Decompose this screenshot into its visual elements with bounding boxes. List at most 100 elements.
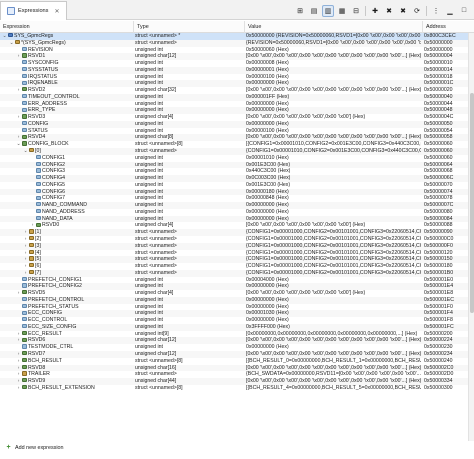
table-row[interactable]: › ECC_RESULT unsigned int[9] [0x00000000,0x… (0, 331, 474, 338)
table-row[interactable]: PREFETCH_CONFIG1 unsigned int 0x00004000 (… (0, 277, 474, 284)
table-row[interactable]: ⌄ CONFIG_BLOCK struct <unnamed>[8] [{CONFIG… (0, 141, 474, 148)
add-watch-icon[interactable]: ✚ (369, 5, 381, 17)
table-row[interactable]: › RSVD8 unsigned char[16] [0x00 '\x00',0x00… (0, 364, 474, 372)
value-cell[interactable]: [0x00 '\x00',0x00 '\x00',0x00 '\x00',0x0… (245, 222, 421, 229)
value-cell[interactable]: 0x00001010 (Hex) (245, 155, 421, 162)
value-cell[interactable]: [0x00 '\x00',0x00 '\x00',0x00 '\x00',0x0… (245, 87, 421, 94)
table-row[interactable]: CONFIG2 unsigned int 0x001E3C00 (Hex) 0x500… (0, 161, 474, 169)
refresh-icon[interactable]: ⟳ (411, 5, 423, 17)
table-row[interactable]: CONFIG6 unsigned int 0x00000180 (Hex) 0x500… (0, 188, 474, 196)
value-cell[interactable]: 0x001E3C00 (Hex) (245, 182, 421, 189)
scrollbar-thumb[interactable] (470, 93, 474, 313)
table-row[interactable]: NAND_ADDRESS unsigned int 0x00000000 (Hex)… (0, 209, 474, 216)
table-row[interactable]: ⌄ [0] struct <unnamed> {CONFIG1=0x00001010,… (0, 148, 474, 155)
table-row[interactable]: › BCH_RESULT_EXTENSION struct <unnamed>[8]… (0, 385, 474, 392)
value-cell[interactable]: {REVISION=0x50000060,RSVD1=[0x00 '\x00',… (245, 40, 421, 47)
value-cell[interactable]: 0x00000001 (Hex) (245, 67, 421, 74)
value-cell[interactable]: [0x00000000,0x00000000,0x00000000,0x0000… (245, 331, 421, 338)
value-cell[interactable]: 0x50000000 {REVISION=0x50000060,RSVD1=[0… (245, 33, 421, 40)
value-cell[interactable]: [0x00 '\x00',0x00 '\x00',0x00 '\x00',0x0… (245, 337, 421, 344)
table-row[interactable]: CONFIG5 unsigned int 0x001E3C00 (Hex) 0x500… (0, 182, 474, 189)
table-row[interactable]: TIMEOUT_CONTROL unsigned int 0x000001FF (H… (0, 93, 474, 101)
table-row[interactable]: ERR_TYPE unsigned int 0x00000000 (Hex) 0x50… (0, 107, 474, 115)
value-cell[interactable]: 0x000001FF (Hex) (245, 94, 421, 101)
table-row[interactable]: NAND_COMMAND unsigned int 0x00000000 (Hex)… (0, 202, 474, 209)
table-row[interactable]: › [6] struct <unnamed> {CONFIG1=0x00001000,… (0, 263, 474, 270)
add-new-expression[interactable]: + Add new expression (5, 444, 63, 451)
table-row[interactable]: SYSSTATUS unsigned int 0x00000001 (Hex) 0x5… (0, 66, 474, 74)
table-row[interactable]: › [1] struct <unnamed> {CONFIG1=0x00001000,… (0, 229, 474, 236)
remove-all-icon[interactable]: ✖ (397, 5, 409, 17)
collapse-all-icon[interactable]: ⊟ (350, 5, 362, 17)
value-cell[interactable]: {CONFIG1=0x00001000,CONFIG2=0x00101001,C… (245, 263, 421, 270)
table-row[interactable]: › BCH_RESULT struct <unnamed>[8] [{BCH_RESU… (0, 358, 474, 365)
value-cell[interactable]: 0x00000000 (Hex) (245, 297, 421, 304)
table-row[interactable]: CONFIG unsigned int 0x00000000 (Hex) 0x5000… (0, 120, 474, 128)
table-row[interactable]: ERR_ADDRESS unsigned int 0x00000000 (Hex) 0… (0, 101, 474, 108)
value-cell[interactable]: 0x00000000 (Hex) (245, 283, 421, 290)
remove-icon[interactable]: ✖ (383, 5, 395, 17)
maximize-icon[interactable]: □ (458, 5, 470, 17)
value-cell[interactable]: {CONFIG1=0x00001000,CONFIG2=0x00101001,C… (245, 236, 421, 243)
value-cell[interactable]: 0x00000000 (Hex) (245, 304, 421, 311)
table-row[interactable]: IRQSTATUS unsigned int 0x00000100 (Hex) 0x5… (0, 74, 474, 81)
value-cell[interactable]: {CONFIG1=0x00001000,CONFIG2=0x00101001,C… (245, 243, 421, 250)
value-cell[interactable]: 0x00000180 (Hex) (245, 189, 421, 196)
value-cell[interactable]: 0x0C003C00 (Hex) (245, 175, 421, 182)
value-cell[interactable]: 0x00001030 (Hex) (245, 310, 421, 317)
expressions-tab[interactable]: Expressions ✕ (0, 1, 67, 20)
value-cell[interactable]: 0x00000000 (Hex) (245, 344, 421, 351)
table-row[interactable]: › RSVD9 unsigned char[44] [0x00 '\x00',0x00… (0, 378, 474, 385)
table-row[interactable]: ECC_CONTROL unsigned int 0x00000000 (Hex) 0… (0, 317, 474, 324)
column-header-expression[interactable]: Expression (0, 21, 134, 33)
column-header-address[interactable]: Address (423, 21, 474, 33)
table-row[interactable]: PREFETCH_STATUS unsigned int 0x00000000 (H… (0, 304, 474, 311)
columns-icon[interactable]: ▦ (336, 5, 348, 17)
table-row[interactable]: ⌄ *(SYS_GpmcRegs) struct <unnamed> {REVISIO… (0, 39, 474, 47)
value-cell[interactable]: {CONFIG1=0x00001000,CONFIG2=0x00101001,C… (245, 250, 421, 257)
value-cell[interactable]: [{CONFIG1=0x00001010,CONFIG2=0x001E3C00,… (245, 141, 421, 148)
value-cell[interactable]: {BCH_SWDATA=0x00000000,RSVD11=[0x00 '\x0… (245, 371, 421, 378)
value-cell[interactable]: {CONFIG1=0x00001000,CONFIG2=0x00101001,C… (245, 229, 421, 236)
layout-vertical-icon[interactable]: ▥ (322, 4, 334, 17)
table-row[interactable]: PREFETCH_CONTROL unsigned int 0x00000000 (… (0, 296, 474, 304)
table-row[interactable]: PREFETCH_CONFIG2 unsigned int 0x00000000 (… (0, 283, 474, 291)
table-row[interactable]: › RSVD4 unsigned char[8] [0x00 '\x00',0x00 … (0, 134, 474, 142)
value-cell[interactable]: [0x00 '\x00',0x00 '\x00',0x00 '\x00',0x0… (245, 290, 421, 297)
value-cell[interactable]: {CONFIG1=0x00001000,CONFIG2=0x00101001,C… (245, 270, 421, 277)
table-row[interactable]: ECC_SIZE_CONFIG unsigned int 0x3FFFF000 (H… (0, 323, 474, 331)
value-cell[interactable]: 0x00000100 (Hex) (245, 128, 421, 135)
value-cell[interactable]: {CONFIG1=0x00001000,CONFIG2=0x00101001,C… (245, 256, 421, 263)
minimize-icon[interactable]: ▁ (444, 5, 456, 17)
table-row[interactable]: › [7] struct <unnamed> {CONFIG1=0x00001000,… (0, 269, 474, 277)
value-cell[interactable]: 0x001E3C00 (Hex) (245, 162, 421, 169)
table-row[interactable]: CONFIG3 unsigned int 0x440C3C00 (Hex) 0x500… (0, 168, 474, 175)
layout-horizontal-icon[interactable]: ▤ (308, 5, 320, 17)
value-cell[interactable]: [0x00 '\x00',0x00 '\x00',0x00 '\x00',0x0… (245, 378, 421, 385)
value-cell[interactable]: 0x00000000 (Hex) (245, 101, 421, 108)
value-cell[interactable]: 0x00000100 (Hex) (245, 74, 421, 81)
table-row[interactable]: › RSVD2 unsigned char[32] [0x00 '\x00',0x00… (0, 87, 474, 94)
table-row[interactable]: IRQENABLE unsigned int 0x00000000 (Hex) 0x5… (0, 80, 474, 88)
value-cell[interactable]: 0x00000000 (Hex) (245, 209, 421, 216)
table-row[interactable]: › [5] struct <unnamed> {CONFIG1=0x00001000,… (0, 256, 474, 264)
table-row[interactable]: ⌄ SYS_GpmcRegs struct <unnamed> * 0x5000000… (0, 33, 474, 40)
table-row[interactable]: TESTMODE_CTRL unsigned int 0x00000000 (Hex… (0, 344, 474, 351)
table-row[interactable]: › RSVD0 unsigned char[4] [0x00 '\x00',0x00 … (0, 222, 474, 229)
table-row[interactable]: NAND_DATA unsigned int 0x00000000 (Hex) 0x5… (0, 215, 474, 223)
tree-icon[interactable]: ⊞ (294, 5, 306, 17)
column-header-type[interactable]: Type (134, 21, 245, 33)
table-row[interactable]: ECC_CONFIG unsigned int 0x00001030 (Hex) 0x… (0, 310, 474, 318)
table-row[interactable]: › [2] struct <unnamed> {CONFIG1=0x00001000,… (0, 236, 474, 243)
value-cell[interactable]: 0x3FFFF000 (Hex) (245, 324, 421, 331)
table-row[interactable]: SYSCONFIG unsigned int 0x00000008 (Hex) 0x5… (0, 60, 474, 67)
value-cell[interactable]: 0x00000000 (Hex) (245, 80, 421, 87)
table-row[interactable]: CONFIG4 unsigned int 0x0C003C00 (Hex) 0x500… (0, 175, 474, 182)
table-row[interactable]: › TRAILER struct <unnamed> {BCH_SWDATA=0x00… (0, 371, 474, 378)
value-cell[interactable]: [0x00 '\x00',0x00 '\x00',0x00 '\x00',0x0… (245, 365, 421, 372)
value-cell[interactable]: [{BCH_RESULT_0=0x00000000,BCH_RESULT_1=0… (245, 358, 421, 365)
value-cell[interactable]: 0x00000000 (Hex) (245, 202, 421, 209)
table-row[interactable]: REVISION unsigned int 0x50000060 (Hex) 0x50… (0, 47, 474, 54)
value-cell[interactable]: [{BCH_RESULT_4=0x00000000,BCH_RESULT_5=0… (245, 385, 421, 392)
value-cell[interactable]: {CONFIG1=0x00001010,CONFIG2=0x001E3C00,C… (245, 148, 421, 155)
